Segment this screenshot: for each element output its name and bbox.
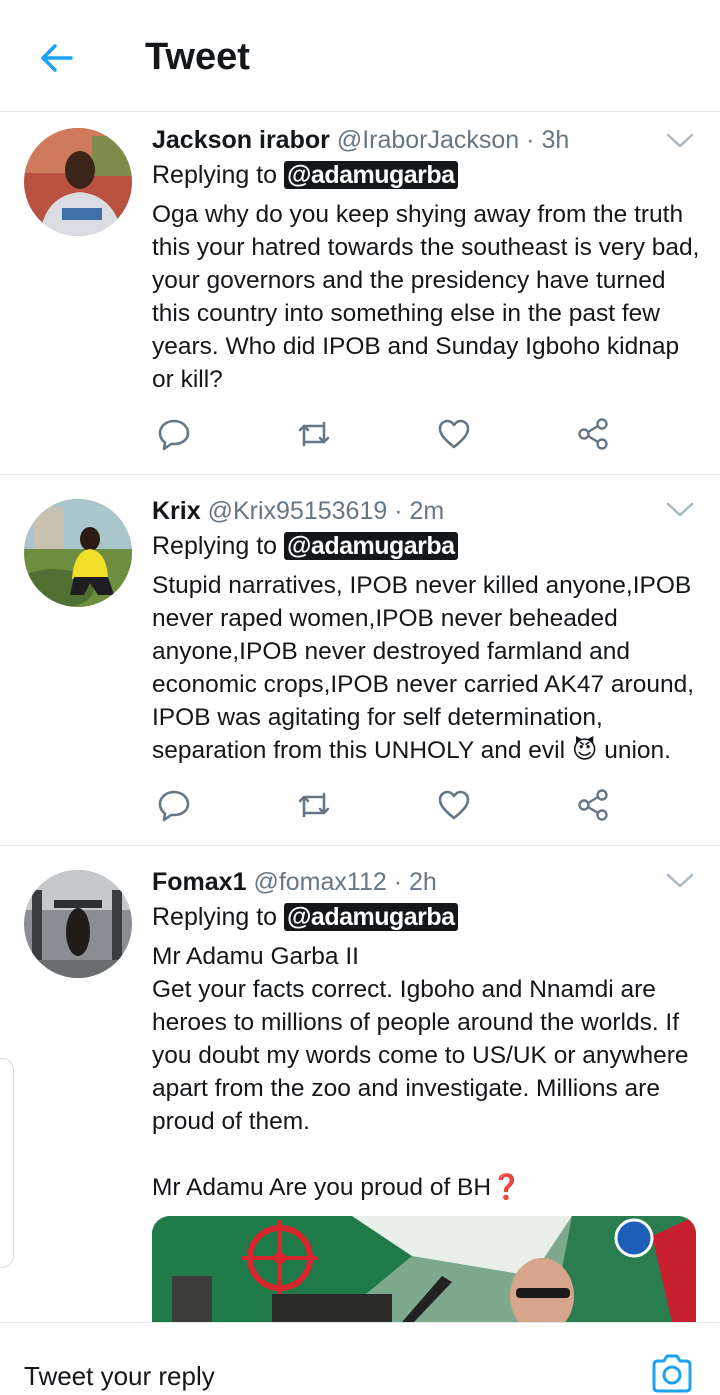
camera-icon [652, 1354, 692, 1393]
mention-link[interactable]: @adamugarba [284, 532, 458, 560]
author-name[interactable]: Krix [152, 497, 201, 525]
tweet-text: Mr Adamu Garba II Get your facts correct… [152, 943, 689, 1201]
retweet-icon [298, 792, 330, 818]
retweet-icon [298, 421, 330, 447]
tweet-time: · 3h [526, 126, 570, 154]
page-title: Tweet [145, 36, 250, 78]
tweet-media[interactable] [152, 1216, 696, 1322]
replying-label: Replying to [152, 532, 278, 560]
back-button[interactable] [32, 34, 80, 82]
reply-icon [158, 790, 190, 822]
tweet-text: Oga why do you keep shying away from the… [152, 201, 714, 393]
retweet-button[interactable] [294, 414, 334, 454]
reply-composer: Tweet your reply [0, 1322, 720, 1395]
like-button[interactable] [434, 414, 474, 454]
tweet-item[interactable]: Krix @Krix95153619 · 2m Replying to @ada… [0, 475, 720, 846]
reply-input[interactable]: Tweet your reply [24, 1361, 215, 1392]
tweet-header: Krix @Krix95153619 · 2m [152, 495, 700, 527]
share-icon [578, 789, 608, 821]
author-handle[interactable]: @fomax112 [253, 868, 386, 896]
replying-to: Replying to @adamugarba [152, 158, 700, 192]
like-icon [438, 419, 470, 449]
camera-button[interactable] [650, 1353, 694, 1393]
reply-button[interactable] [154, 785, 194, 825]
tweet-actions [152, 785, 622, 825]
chevron-down-icon[interactable] [662, 497, 698, 521]
avatar[interactable] [24, 128, 132, 236]
share-button[interactable] [574, 414, 614, 454]
tweet-time: · 2m [394, 497, 445, 525]
tweet-actions [152, 414, 622, 454]
replying-to: Replying to @adamugarba [152, 900, 700, 934]
share-button[interactable] [574, 785, 614, 825]
like-button[interactable] [434, 785, 474, 825]
author-name[interactable]: Fomax1 [152, 868, 246, 896]
side-drawer-handle[interactable] [0, 1058, 14, 1268]
retweet-button[interactable] [294, 785, 334, 825]
avatar[interactable] [24, 499, 132, 607]
tweet-item[interactable]: Jackson irabor @IraborJackson · 3h Reply… [0, 112, 720, 475]
chevron-down-icon[interactable] [662, 868, 698, 892]
replying-to: Replying to @adamugarba [152, 529, 700, 563]
author-handle[interactable]: @Krix95153619 [208, 497, 388, 525]
tweet-item[interactable]: Fomax1 @fomax112 · 2h Replying to @adamu… [0, 846, 720, 1322]
avatar[interactable] [24, 870, 132, 978]
top-app-bar: Tweet [0, 0, 720, 112]
like-icon [438, 790, 470, 820]
replying-label: Replying to [152, 903, 278, 931]
tweet-header: Jackson irabor @IraborJackson · 3h [152, 124, 700, 156]
author-name[interactable]: Jackson irabor [152, 126, 330, 154]
tweet-time: · 2h [393, 868, 437, 896]
reply-button[interactable] [154, 414, 194, 454]
replying-label: Replying to [152, 161, 278, 189]
reply-icon [158, 419, 190, 451]
tweet-text: Stupid narratives, IPOB never killed any… [152, 572, 701, 764]
arrow-left-icon [41, 44, 73, 72]
tweet-header: Fomax1 @fomax112 · 2h [152, 866, 700, 898]
author-handle[interactable]: @IraborJackson [337, 126, 519, 154]
share-icon [578, 418, 608, 450]
mention-link[interactable]: @adamugarba [284, 161, 458, 189]
chevron-down-icon[interactable] [662, 128, 698, 152]
mention-link[interactable]: @adamugarba [284, 903, 458, 931]
